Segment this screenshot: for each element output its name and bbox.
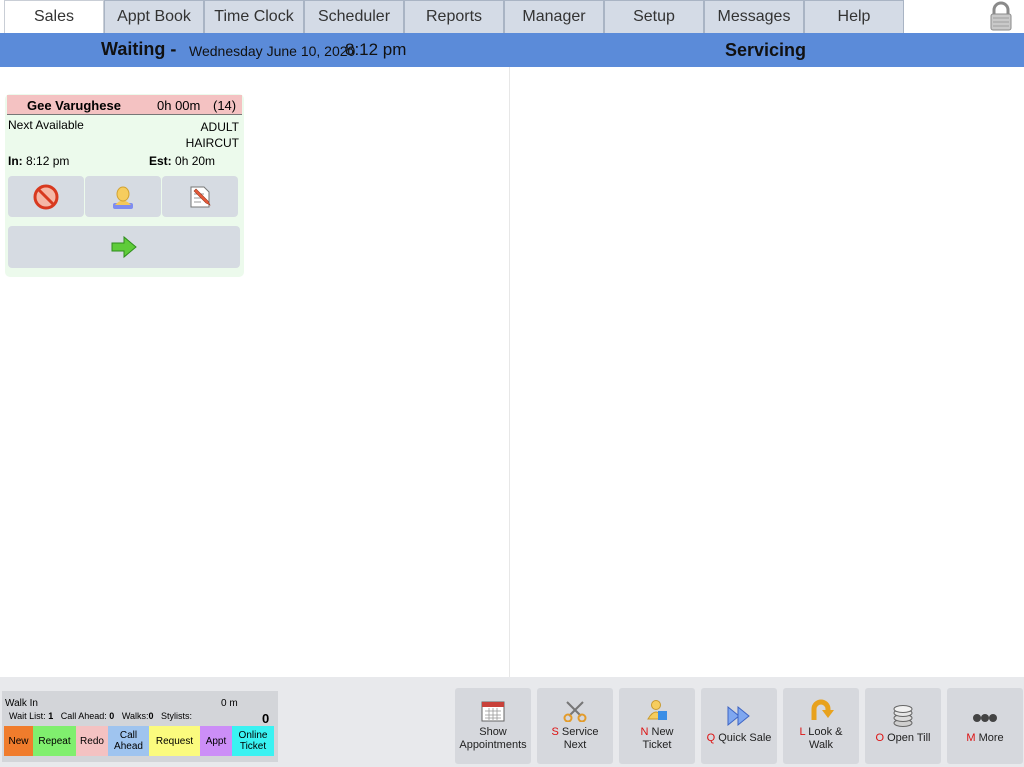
u-turn-arrow-icon [783,698,859,722]
stylist-count: 0 [262,711,270,726]
assign-stylist-button[interactable] [85,176,161,217]
look-walk-button[interactable]: L Look & Walk [783,688,859,764]
tab-appt-book[interactable]: Appt Book [104,0,204,33]
new-ticket-button[interactable]: N New Ticket [619,688,695,764]
waiting-ticket-card[interactable]: Gee Varughese 0h 00m (14) Next Available… [5,94,244,277]
quick-sale-button[interactable]: Q Quick Sale [701,688,777,764]
tab-time-clock[interactable]: Time Clock [204,0,304,33]
tab-manager[interactable]: Manager [504,0,604,33]
client-name: Gee Varughese [27,98,121,113]
more-button[interactable]: M More [947,688,1023,764]
tab-messages[interactable]: Messages [704,0,804,33]
estimated-wait: Est: 0h 20m [149,154,216,168]
tab-reports[interactable]: Reports [404,0,504,33]
tab-scheduler[interactable]: Scheduler [304,0,404,33]
fast-forward-icon [701,705,777,727]
tab-setup[interactable]: Setup [604,0,704,33]
waiting-time: 8:12 pm [345,40,407,59]
advance-ticket-button[interactable] [8,226,240,268]
queue-header: Waiting - Wednesday June 10, 2020 8:12 p… [0,33,1024,67]
waiting-date: Wednesday June 10, 2020 [189,43,356,59]
bottom-toolbar: Walk In 0 m Wait List: 1 Call Ahead: 0 W… [0,677,1024,767]
walk-in-label: Walk In [5,698,38,709]
lock-icon[interactable] [986,1,1016,31]
stylist-name: Next Available [8,118,84,132]
ticket-number: (14) [213,98,237,113]
calendar-icon [455,700,531,722]
legend-redo: Redo [76,726,108,756]
legend-call-ahead: Call Ahead [108,726,149,756]
green-arrow-icon [111,235,137,259]
legend-new: New [4,726,33,756]
cancel-ticket-button[interactable] [8,176,84,217]
walk-in-minutes: 0 m [221,698,238,709]
open-till-button[interactable]: O Open Till [865,688,941,764]
check-in-time: In: 8:12 pm [8,154,70,168]
coin-stack-icon [865,704,941,728]
ticket-header: Gee Varughese 0h 00m (14) [7,95,242,115]
elapsed-time: 0h 00m [157,98,201,113]
legend-repeat: Repeat [33,726,76,756]
new-ticket-icon [619,699,695,721]
scissors-icon [537,700,613,722]
no-entry-icon [33,184,59,209]
more-dots-icon [947,713,1023,723]
show-appointments-button[interactable]: Show Appointments [455,688,531,764]
edit-note-icon [190,186,211,207]
waiting-title: Waiting - [101,39,177,59]
legend-request: Request [149,726,200,756]
queue-status-panel: Walk In 0 m Wait List: 1 Call Ahead: 0 W… [2,691,278,762]
legend-online-ticket: Online Ticket [232,726,274,756]
queue-counts: Wait List: 1 Call Ahead: 0 Walks:0 Styli… [9,711,193,721]
main-menu: Sales Appt Book Time Clock Scheduler Rep… [0,0,1024,33]
edit-ticket-button[interactable] [162,176,238,217]
service-next-button[interactable]: S Service Next [537,688,613,764]
person-icon [113,186,133,209]
service-name: ADULT HAIRCUT [185,120,239,150]
column-divider [509,67,510,677]
legend-appt: Appt [200,726,232,756]
servicing-title: Servicing [725,40,807,60]
tab-sales[interactable]: Sales [4,0,104,33]
tab-help[interactable]: Help [804,0,904,33]
